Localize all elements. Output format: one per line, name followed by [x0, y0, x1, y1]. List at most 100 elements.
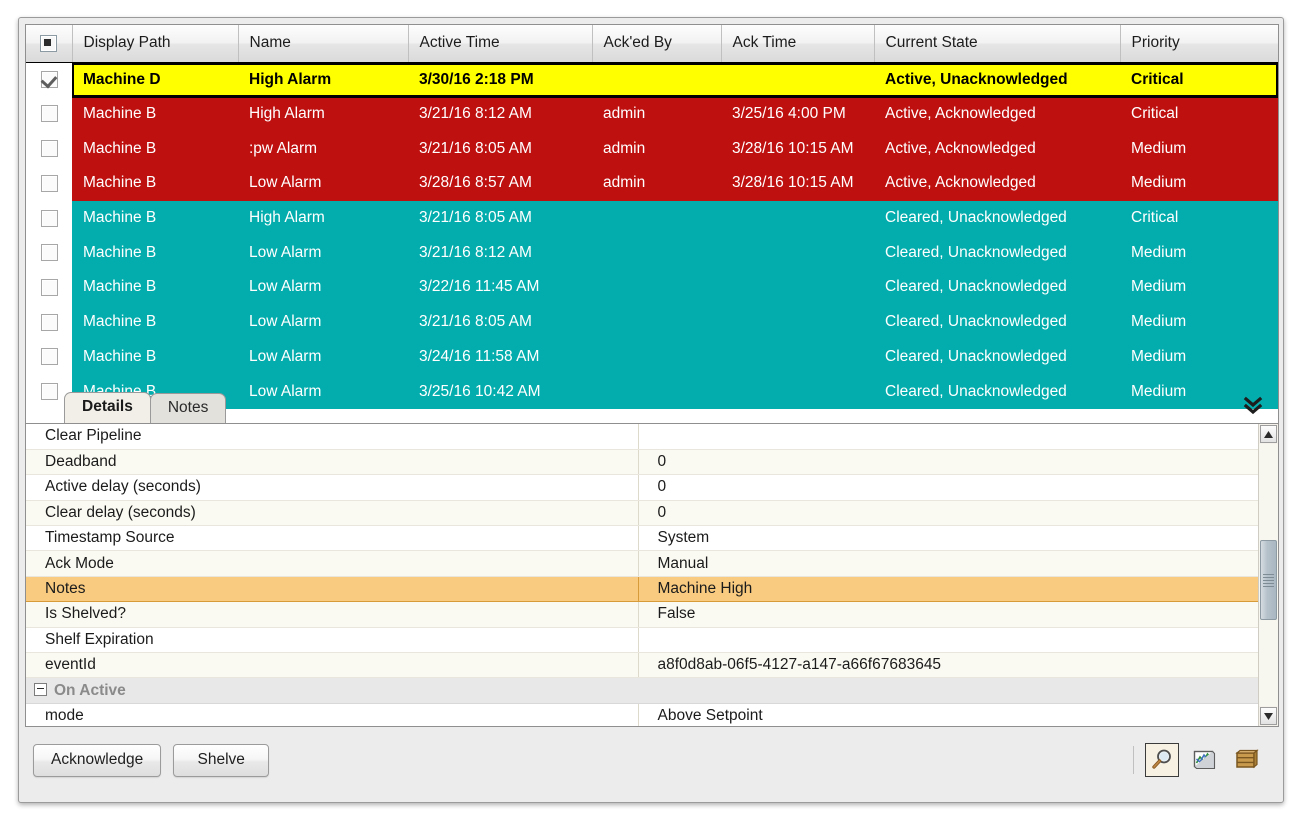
property-row[interactable]: Deadband0	[26, 449, 1258, 474]
column-header-priority[interactable]: Priority	[1120, 25, 1278, 62]
magnifier-icon[interactable]	[1145, 743, 1179, 777]
row-select-cell[interactable]	[26, 305, 72, 340]
row-checkbox[interactable]	[41, 279, 58, 296]
row-checkbox[interactable]	[41, 348, 58, 365]
row-select-cell[interactable]	[26, 62, 72, 97]
scroll-up-button[interactable]	[1260, 425, 1277, 443]
alarm-row[interactable]: Machine BLow Alarm3/28/16 8:57 AMadmin3/…	[26, 166, 1278, 201]
shelf-icon[interactable]	[1229, 743, 1263, 777]
property-value[interactable]: 0	[638, 475, 1258, 500]
chart-icon[interactable]	[1187, 743, 1221, 777]
alarm-row[interactable]: Machine BHigh Alarm3/21/16 8:05 AMCleare…	[26, 201, 1278, 236]
column-header-display-path[interactable]: Display Path	[72, 25, 238, 62]
select-all-checkbox[interactable]	[40, 35, 57, 52]
details-panel: Clear PipelineDeadband0Active delay (sec…	[25, 424, 1279, 727]
shelve-button[interactable]: Shelve	[173, 744, 269, 777]
row-checkbox[interactable]	[41, 210, 58, 227]
cell-active-time: 3/28/16 8:57 AM	[408, 166, 592, 201]
property-row[interactable]: Timestamp SourceSystem	[26, 526, 1258, 551]
row-select-cell[interactable]	[26, 235, 72, 270]
row-select-cell[interactable]	[26, 166, 72, 201]
row-checkbox[interactable]	[41, 175, 58, 192]
cell-acked-by: admin	[592, 97, 721, 132]
cell-acked-by	[592, 374, 721, 409]
scrollbar-thumb[interactable]	[1260, 540, 1277, 620]
row-select-cell[interactable]	[26, 340, 72, 375]
property-value[interactable]: a8f0d8ab-06f5-4127-a147-a66f67683645	[638, 653, 1258, 678]
cell-current-state: Cleared, Unacknowledged	[874, 305, 1120, 340]
select-all-header[interactable]	[26, 25, 72, 62]
property-row[interactable]: Shelf Expiration	[26, 627, 1258, 652]
collapse-minus-icon[interactable]	[34, 683, 47, 696]
cell-name: :pw Alarm	[238, 131, 408, 166]
row-select-cell[interactable]	[26, 270, 72, 305]
alarm-row[interactable]: Machine DHigh Alarm3/30/16 2:18 PMActive…	[26, 62, 1278, 97]
property-row[interactable]: modeAbove Setpoint	[26, 703, 1258, 726]
row-checkbox[interactable]	[41, 71, 58, 88]
cell-priority: Critical	[1120, 201, 1278, 236]
property-value[interactable]: Above Setpoint	[638, 703, 1258, 726]
cell-current-state: Cleared, Unacknowledged	[874, 340, 1120, 375]
column-header-acked-by[interactable]: Ack'ed By	[592, 25, 721, 62]
property-value[interactable]: False	[638, 602, 1258, 627]
column-header-name[interactable]: Name	[238, 25, 408, 62]
property-value[interactable]: Manual	[638, 551, 1258, 576]
alarm-row[interactable]: Machine B:pw Alarm3/21/16 8:05 AMadmin3/…	[26, 131, 1278, 166]
details-scrollbar[interactable]	[1258, 424, 1278, 726]
alarm-row[interactable]: Machine BLow Alarm3/21/16 8:05 AMCleared…	[26, 305, 1278, 340]
cell-ack-time	[721, 235, 874, 270]
scroll-down-button[interactable]	[1260, 707, 1277, 725]
column-header-active-time[interactable]: Active Time	[408, 25, 592, 62]
cell-active-time: 3/25/16 10:42 AM	[408, 374, 592, 409]
property-key: Clear delay (seconds)	[26, 500, 638, 525]
row-checkbox[interactable]	[41, 105, 58, 122]
property-key: Timestamp Source	[26, 526, 638, 551]
property-value[interactable]	[638, 627, 1258, 652]
property-row[interactable]: Clear delay (seconds)0	[26, 500, 1258, 525]
row-select-cell[interactable]	[26, 97, 72, 132]
cell-ack-time: 3/28/16 10:15 AM	[721, 166, 874, 201]
cell-active-time: 3/21/16 8:12 AM	[408, 235, 592, 270]
row-checkbox[interactable]	[41, 244, 58, 261]
cell-current-state: Active, Unacknowledged	[874, 62, 1120, 97]
column-header-current-state[interactable]: Current State	[874, 25, 1120, 62]
property-value[interactable]: 0	[638, 500, 1258, 525]
cell-current-state: Active, Acknowledged	[874, 131, 1120, 166]
property-row[interactable]: NotesMachine High	[26, 576, 1258, 601]
property-value[interactable]: Machine High	[638, 576, 1258, 601]
cell-current-state: Cleared, Unacknowledged	[874, 235, 1120, 270]
alarm-row[interactable]: Machine BLow Alarm3/22/16 11:45 AMCleare…	[26, 270, 1278, 305]
cell-name: High Alarm	[238, 97, 408, 132]
cell-current-state: Active, Acknowledged	[874, 166, 1120, 201]
expand-collapse-chevron-icon[interactable]	[1240, 392, 1266, 418]
row-select-cell[interactable]	[26, 131, 72, 166]
tab-notes[interactable]: Notes	[150, 393, 227, 423]
cell-priority: Critical	[1120, 97, 1278, 132]
footer-toolbar: Acknowledge Shelve	[25, 727, 1277, 793]
cell-ack-time: 3/25/16 4:00 PM	[721, 97, 874, 132]
alarm-row[interactable]: Machine BLow Alarm3/24/16 11:58 AMCleare…	[26, 340, 1278, 375]
property-row[interactable]: Clear Pipeline	[26, 424, 1258, 449]
column-header-ack-time[interactable]: Ack Time	[721, 25, 874, 62]
property-group-row[interactable]: On Active	[26, 678, 1258, 703]
property-row[interactable]: Ack ModeManual	[26, 551, 1258, 576]
cell-display-path: Machine B	[72, 340, 238, 375]
alarm-row[interactable]: Machine BHigh Alarm3/21/16 8:12 AMadmin3…	[26, 97, 1278, 132]
row-checkbox[interactable]	[41, 383, 58, 400]
scrollbar-grip-icon	[1263, 572, 1274, 589]
property-row[interactable]: eventIda8f0d8ab-06f5-4127-a147-a66f67683…	[26, 653, 1258, 678]
property-row[interactable]: Is Shelved?False	[26, 602, 1258, 627]
property-key: mode	[26, 703, 638, 726]
scrollbar-track[interactable]	[1259, 444, 1278, 706]
property-row[interactable]: Active delay (seconds)0	[26, 475, 1258, 500]
property-value[interactable]: System	[638, 526, 1258, 551]
row-checkbox[interactable]	[41, 314, 58, 331]
tab-details[interactable]: Details	[64, 392, 151, 423]
acknowledge-button[interactable]: Acknowledge	[33, 744, 161, 777]
alarm-row[interactable]: Machine BLow Alarm3/21/16 8:12 AMCleared…	[26, 235, 1278, 270]
row-select-cell[interactable]	[26, 201, 72, 236]
property-value[interactable]	[638, 424, 1258, 449]
row-checkbox[interactable]	[41, 140, 58, 157]
cell-active-time: 3/21/16 8:05 AM	[408, 131, 592, 166]
property-value[interactable]: 0	[638, 449, 1258, 474]
